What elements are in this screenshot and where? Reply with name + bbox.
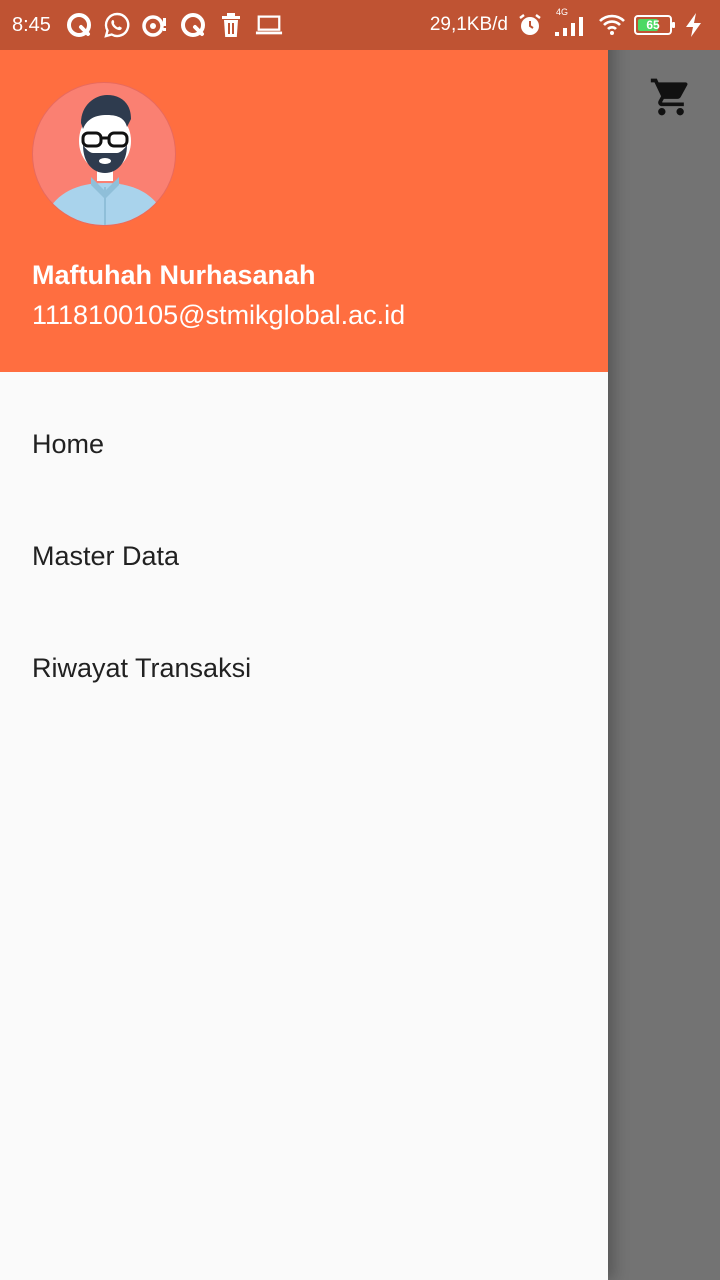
- status-left: 8:45: [12, 11, 283, 39]
- status-time: 8:45: [12, 13, 51, 36]
- alarm-icon: [516, 11, 544, 39]
- menu-item-riwayat-transaksi[interactable]: Riwayat Transaksi: [0, 612, 608, 724]
- cart-icon: [649, 75, 693, 124]
- battery-level: 65: [646, 18, 660, 32]
- signal-icon: 4G: [552, 7, 590, 39]
- q-app-icon: [179, 11, 207, 39]
- user-avatar[interactable]: [32, 82, 176, 226]
- status-right: 29,1KB/d 4G 65: [429, 7, 708, 39]
- charging-bolt-icon: [680, 11, 708, 39]
- laptop-icon: [255, 11, 283, 39]
- sync-alert-icon: [141, 11, 169, 39]
- drawer-menu: Home Master Data Riwayat Transaksi: [0, 388, 608, 724]
- battery-icon: 65: [634, 15, 675, 35]
- network-type: 4G: [556, 7, 569, 17]
- menu-item-home[interactable]: Home: [0, 388, 608, 500]
- wifi-icon: [598, 11, 626, 39]
- status-bar: 8:45 29,1KB/d 4G 65: [0, 0, 720, 50]
- cart-button[interactable]: [646, 74, 696, 124]
- screen: 8:45 29,1KB/d 4G 65 Maftuhah Nurhasanah …: [0, 0, 720, 1280]
- user-email: 1118100105@stmikglobal.ac.id: [32, 300, 406, 330]
- trash-icon: [217, 11, 245, 39]
- drawer-header: Maftuhah Nurhasanah 1118100105@stmikglob…: [0, 50, 608, 372]
- whatsapp-icon: [103, 11, 131, 39]
- q-app-icon: [65, 11, 93, 39]
- menu-item-master-data[interactable]: Master Data: [0, 500, 608, 612]
- navigation-drawer: Maftuhah Nurhasanah 1118100105@stmikglob…: [0, 0, 608, 1280]
- net-speed: 29,1KB/d: [429, 14, 508, 35]
- user-name: Maftuhah Nurhasanah: [32, 260, 316, 290]
